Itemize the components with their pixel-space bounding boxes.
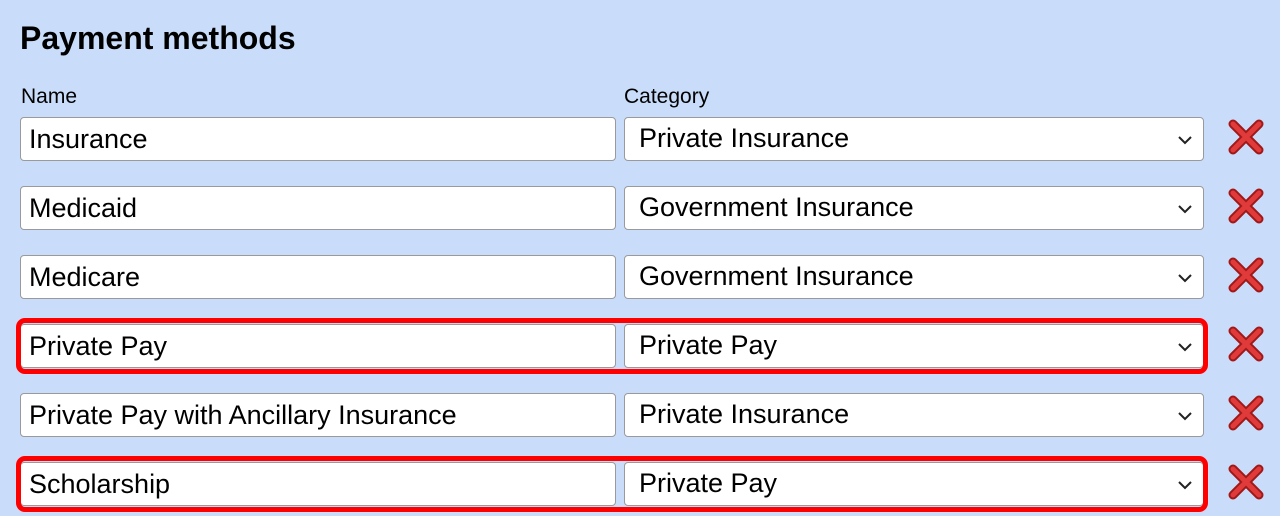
chevron-down-icon [1178, 136, 1192, 145]
page-title: Payment methods [20, 20, 296, 56]
close-icon [1228, 188, 1264, 224]
payment-method-name-input[interactable] [20, 255, 616, 299]
category-select-value: Private Insurance [639, 399, 850, 429]
close-icon [1228, 464, 1264, 500]
payment-method-name-input[interactable] [20, 462, 616, 506]
payment-method-category-select[interactable]: Government Insurance [624, 255, 1204, 299]
payment-method-row: Government Insurance [0, 255, 1280, 299]
payment-method-category-select[interactable]: Private Pay [624, 324, 1204, 368]
category-select-value: Government Insurance [639, 192, 914, 222]
payment-method-category-select[interactable]: Government Insurance [624, 186, 1204, 230]
delete-row-button[interactable] [1226, 186, 1266, 226]
close-icon [1228, 326, 1264, 362]
payment-method-category-select[interactable]: Private Insurance [624, 117, 1204, 161]
chevron-down-icon [1178, 274, 1192, 283]
payment-method-row: Private Pay [0, 456, 1280, 512]
payment-method-name-input[interactable] [20, 393, 616, 437]
payment-method-name-input[interactable] [20, 117, 616, 161]
category-select-value: Private Pay [639, 468, 778, 498]
delete-row-button[interactable] [1226, 255, 1266, 295]
payment-method-category-select[interactable]: Private Pay [624, 462, 1204, 506]
close-icon [1228, 395, 1264, 431]
close-icon [1228, 119, 1264, 155]
delete-row-button[interactable] [1226, 393, 1266, 433]
category-select-value: Government Insurance [639, 261, 914, 291]
chevron-down-icon [1178, 343, 1192, 352]
category-select-value: Private Insurance [639, 123, 850, 153]
name-column-header: Name [21, 85, 78, 108]
delete-row-button[interactable] [1226, 462, 1266, 502]
close-icon [1228, 257, 1264, 293]
payment-method-name-input[interactable] [20, 324, 616, 368]
delete-row-button[interactable] [1226, 324, 1266, 364]
payment-method-row: Private Insurance [0, 393, 1280, 437]
payment-method-row: Private Insurance [0, 117, 1280, 161]
payment-method-name-input[interactable] [20, 186, 616, 230]
category-column-header: Category [624, 85, 710, 108]
category-select-value: Private Pay [639, 330, 778, 360]
delete-row-button[interactable] [1226, 117, 1266, 157]
payment-method-category-select[interactable]: Private Insurance [624, 393, 1204, 437]
payment-method-row: Private Pay [0, 318, 1280, 374]
chevron-down-icon [1178, 481, 1192, 490]
chevron-down-icon [1178, 205, 1192, 214]
payment-method-row: Government Insurance [0, 186, 1280, 230]
chevron-down-icon [1178, 412, 1192, 421]
